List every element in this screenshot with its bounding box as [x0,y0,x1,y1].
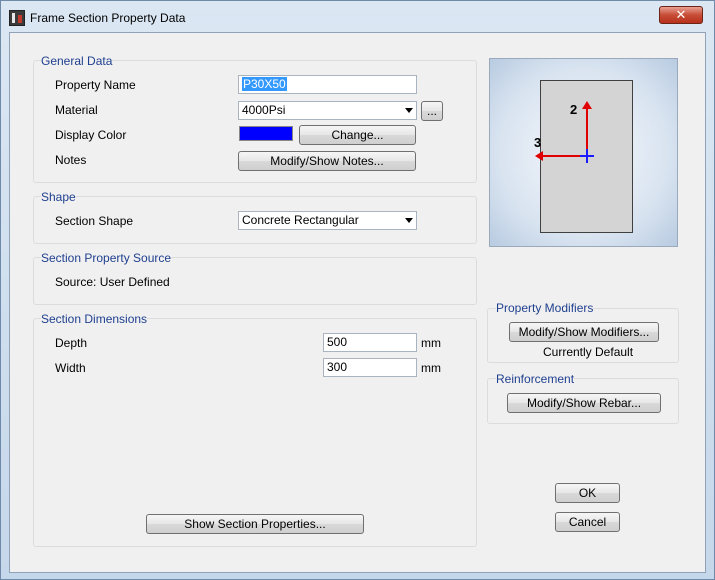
general-data-title: General Data [41,54,113,68]
dialog-window: Frame Section Property Data ✕ General Da… [0,0,715,580]
dialog-client: General Data Property Name P30X50 Materi… [9,32,706,573]
section-shape-label: Section Shape [55,214,134,228]
property-name-value: P30X50 [242,77,287,91]
property-name-label: Property Name [55,78,136,92]
reinforcement-title: Reinforcement [496,372,575,386]
cancel-button[interactable]: Cancel [555,512,620,532]
section-dimensions-group [33,318,477,547]
close-button[interactable]: ✕ [659,6,703,24]
source-text: Source: User Defined [55,275,170,289]
property-name-input[interactable]: P30X50 [238,75,417,94]
width-label: Width [55,361,86,375]
notes-label: Notes [55,153,87,167]
ok-button[interactable]: OK [555,483,620,503]
arrow-up-icon [582,101,592,109]
chevron-down-icon [405,108,413,113]
shape-title: Shape [41,190,76,204]
axis-2-label: 2 [570,102,578,117]
width-input[interactable]: 300 [323,358,417,377]
change-color-button[interactable]: Change... [299,125,416,145]
section-shape-value: Concrete Rectangular [242,213,359,227]
material-more-button[interactable]: ... [421,101,443,121]
app-icon [9,10,25,26]
section-preview: 2 3 [489,58,678,247]
window-title: Frame Section Property Data [30,11,186,25]
depth-label: Depth [55,336,88,350]
section-dimensions-title: Section Dimensions [41,312,148,326]
material-label: Material [55,103,98,117]
modify-modifiers-button[interactable]: Modify/Show Modifiers... [509,322,659,342]
show-section-properties-button[interactable]: Show Section Properties... [146,514,364,534]
arrow-left-icon [535,151,543,161]
chevron-down-icon [405,218,413,223]
width-unit: mm [421,361,441,375]
depth-unit: mm [421,336,441,350]
modify-notes-button[interactable]: Modify/Show Notes... [238,151,416,171]
depth-input[interactable]: 500 [323,333,417,352]
property-source-title: Section Property Source [41,251,172,265]
material-value: 4000Psi [242,103,286,117]
origin-cross-v [586,149,588,163]
title-bar[interactable]: Frame Section Property Data ✕ [1,1,714,33]
display-color-swatch[interactable] [239,126,293,141]
axis-3-label: 3 [534,135,542,150]
section-shape-select[interactable]: Concrete Rectangular [238,211,417,230]
material-select[interactable]: 4000Psi [238,101,417,120]
modifiers-status: Currently Default [543,345,634,359]
display-color-label: Display Color [55,128,127,142]
modify-rebar-button[interactable]: Modify/Show Rebar... [507,393,661,413]
property-modifiers-title: Property Modifiers [496,301,594,315]
